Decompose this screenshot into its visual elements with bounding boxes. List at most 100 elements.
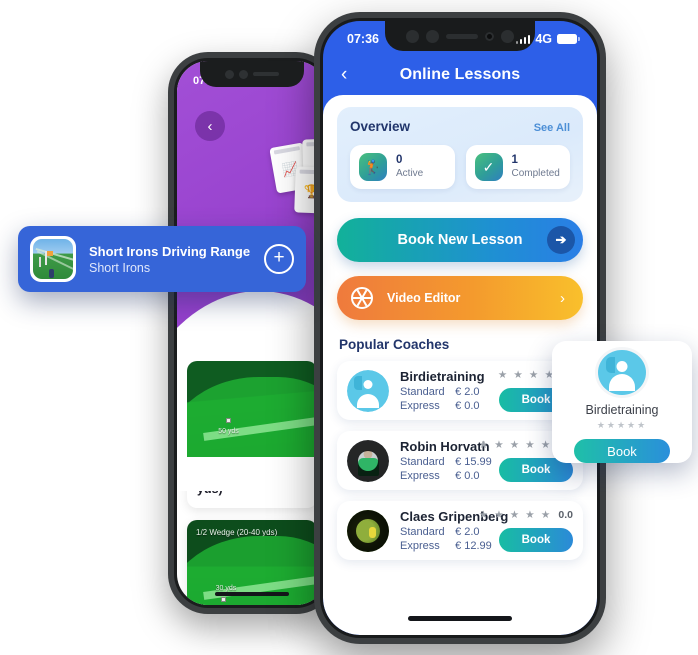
book-new-lesson-button[interactable]: Book New Lesson ➔ [337,218,583,262]
status-indicators: 4G [515,32,580,46]
golf-flag-icon [45,251,53,265]
speaker-bar-icon [253,72,279,76]
stat-label: Completed [511,167,560,179]
video-editor-label: Video Editor [387,291,461,305]
birdie-wing [606,357,615,373]
birdie-head [616,361,628,372]
stars-glyphs: ★ ★ ★ ★ ★ [478,439,552,451]
avatar-frame [347,440,389,482]
player-figure [49,269,54,278]
stars-glyphs: ★ ★ ★ ★ ★ [478,509,552,521]
driving-range-image [33,239,73,279]
express-label: Express [400,540,440,552]
overview-stats: 🏌 0 Active ✓ 1 Completed [350,145,570,189]
arrow-right-icon: ➔ [547,226,575,254]
floating-lesson-card[interactable]: Short Irons Driving Range Short Irons + [18,226,306,292]
avatar-photo [347,509,389,552]
floating-card-title: Short Irons Driving Range [89,243,251,259]
star-rating: ★ ★ ★ ★ ★ 0.0 [479,509,573,521]
floating-coach-card[interactable]: Birdietraining ★★★★★ Book [552,341,692,463]
coach-standard-price: Standard € 15.99 [400,456,492,468]
driving-range-thumbnail [30,236,76,282]
birdie-head [363,379,373,389]
coach-standard-price: Standard € 2.0 [400,386,485,398]
signal-bars-icon [515,34,531,44]
video-editor-button[interactable]: Video Editor › [337,276,583,320]
coach-name: Birdietraining [400,369,485,384]
coach-name: Robin Horvath [400,439,490,454]
floating-card-subtitle: Short Irons [89,260,151,275]
rating-value: 0.0 [558,509,573,521]
avatar-frame [347,510,389,552]
lesson-thumbnail: 50 yds [187,361,317,457]
front-phone-screen: 07:36 4G ‹ Online Lessons Overview See A… [323,21,597,635]
camera-dot-icon [239,69,248,79]
book-button[interactable]: Book [499,528,573,552]
plus-circle-icon[interactable]: + [264,244,294,274]
book-new-lesson-label: Book New Lesson [397,232,523,248]
front-phone-bezel: 07:36 4G ‹ Online Lessons Overview See A… [320,18,600,638]
express-value: € 0.0 [455,400,480,412]
overview-header: Overview See All [350,119,570,134]
overview-title: Overview [350,119,411,134]
stat-label: Active [396,167,424,179]
back-phone-notch [200,61,304,87]
check-circle-icon: ✓ [474,153,503,181]
coach-rating-actions: ★ ★ ★ ★ ★ 0.0 Book [475,509,573,552]
stat-text: 0 Active [396,154,423,180]
ball-marker [220,597,226,603]
back-phone-back-button[interactable]: ‹ [195,111,225,141]
floating-coach-name: Birdietraining [585,403,659,418]
battery-icon [557,34,580,44]
back-phone-hero: 07:33 ‹ 📈 🏌 ⛳ 🏆 Check Your H ⛳ [177,61,327,491]
avatar-photo [347,439,389,482]
coach-info: Robin Horvath Standard € 15.99 Express €… [400,439,492,482]
birdie-wing [354,375,362,390]
express-label: Express [400,400,440,412]
ball-marker [226,418,231,423]
stat-card-completed[interactable]: ✓ 1 Completed [465,145,570,189]
golf-flag-icon: 🏌 [359,153,387,181]
coach-info: Claes Gripenberg Standard € 2.0 Express … [400,509,508,552]
chevron-left-icon: ‹ [207,117,213,135]
popular-coaches-title: Popular Coaches [339,337,450,352]
stat-value: 0 [396,153,403,166]
coach-info: Birdietraining Standard € 2.0 Express € … [400,369,485,412]
birdietraining-logo-icon [347,369,389,412]
coach-row[interactable]: Robin Horvath Standard € 15.99 Express €… [337,431,583,490]
floating-coach-stars: ★★★★★ [596,420,648,431]
avatar-photo-icon [347,509,389,552]
page-title: Online Lessons [399,66,521,83]
coach-row[interactable]: Claes Gripenberg Standard € 2.0 Express … [337,501,583,560]
express-label: Express [400,470,440,482]
front-phone-navbar: ‹ Online Lessons [323,55,597,95]
front-phone-clock: 07:36 [347,32,379,46]
tee-marker [38,256,41,267]
fairway-shape [187,377,317,457]
back-phone-screen: 07:33 ‹ 📈 🏌 ⛳ 🏆 Check Your H ⛳ [177,61,327,605]
birdie-body [609,374,635,392]
coach-standard-price: Standard € 2.0 [400,526,480,538]
aperture-icon [351,287,373,309]
birdietraining-logo-icon [598,350,646,396]
front-phone-status-bar: 07:36 4G [323,21,597,55]
birdie-body [357,393,379,408]
front-phone-home-indicator [408,616,512,621]
overview-card: Overview See All 🏌 0 Active ✓ 1 Complete… [337,107,583,202]
hero-card-bar [273,146,301,155]
stat-card-active[interactable]: 🏌 0 Active [350,145,455,189]
back-phone-bezel: 07:33 ‹ 📈 🏌 ⛳ 🏆 Check Your H ⛳ [174,58,330,608]
standard-value: € 2.0 [455,386,480,398]
see-all-link[interactable]: See All [534,122,570,134]
floating-book-button[interactable]: Book [574,439,670,463]
coach-row[interactable]: Birdietraining Standard € 2.0 Express € … [337,361,583,420]
chevron-right-icon: › [560,289,565,307]
back-phone-mockup: 07:33 ‹ 📈 🏌 ⛳ 🏆 Check Your H ⛳ [168,52,336,614]
stat-text: 1 Completed [512,154,560,180]
coach-express-price: Express € 12.99 [400,540,492,552]
stat-value: 1 [511,153,518,166]
front-phone-mockup: 07:36 4G ‹ Online Lessons Overview See A… [314,12,606,644]
avatar-photo-icon [347,439,389,482]
coach-express-price: Express € 0.0 [400,400,485,412]
standard-label: Standard [400,526,445,538]
